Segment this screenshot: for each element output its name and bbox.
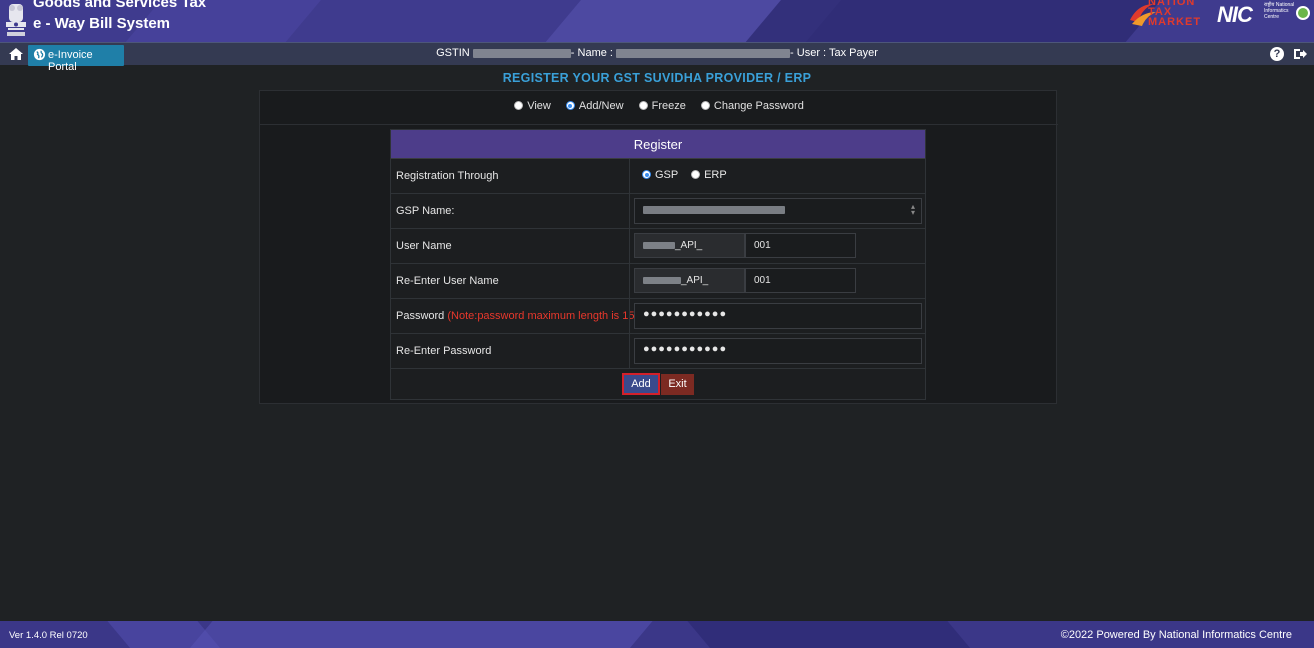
header-title-gst: Goods and Services Tax xyxy=(33,0,207,11)
reenter-password-input[interactable]: ●●●●●●●●●●● xyxy=(634,338,922,364)
reenter-user-name-prefix-text: _API_ xyxy=(681,275,709,286)
nic-logo-subtitle: राष्ट्रीय National Informatics Centre xyxy=(1264,2,1295,20)
registration-through-options: GSP ERP xyxy=(642,169,727,181)
user-name-prefix-redacted xyxy=(643,241,675,249)
user-name-row: User Name _API_ 001 xyxy=(391,229,925,264)
mode-radio-group: View Add/New Freeze Change Password xyxy=(260,100,1058,112)
name-value-redacted xyxy=(616,48,791,58)
tax-market-logo: NATION TAX MARKET xyxy=(1128,0,1214,28)
mode-option-view[interactable]: View xyxy=(514,100,551,112)
registration-option-gsp[interactable]: GSP xyxy=(642,169,678,181)
radio-view[interactable] xyxy=(514,101,524,110)
reenter-user-name-prefix-redacted xyxy=(643,276,681,284)
mode-option-view-label: View xyxy=(527,100,551,112)
gsp-name-label: GSP Name: xyxy=(396,205,455,217)
reenter-user-name-prefix-field: _API_ xyxy=(634,268,745,293)
gstin-label: GSTIN xyxy=(436,47,470,59)
radio-freeze[interactable] xyxy=(638,101,648,110)
mode-option-freeze[interactable]: Freeze xyxy=(638,100,686,112)
register-form-heading: Register xyxy=(391,130,925,159)
password-note: (Note:password maximum length is 15) xyxy=(447,310,639,322)
mode-option-freeze-label: Freeze xyxy=(651,100,686,112)
top-navbar: e-Invoice Portal GSTIN - Name : - User :… xyxy=(0,42,1314,73)
mode-option-change-password[interactable]: Change Password xyxy=(700,100,804,112)
ashoka-emblem-icon xyxy=(6,4,26,36)
logout-icon[interactable] xyxy=(1292,46,1308,62)
user-name-input[interactable]: 001 xyxy=(745,233,856,258)
user-name-prefix-field: _API_ xyxy=(634,233,745,258)
password-row: Password (Note:password maximum length i… xyxy=(391,299,925,334)
app-footer: Ver 1.4.0 Rel 0720 ©2022 Powered By Nati… xyxy=(0,621,1314,648)
header-title-ewaybill: e - Way Bill System xyxy=(33,15,170,32)
password-label-group: Password (Note:password maximum length i… xyxy=(396,310,638,322)
registration-option-gsp-label: GSP xyxy=(655,169,679,181)
mode-option-change-password-label: Change Password xyxy=(713,100,804,112)
nic-globe-icon xyxy=(1296,6,1310,20)
exit-button[interactable]: Exit xyxy=(661,374,694,395)
select-arrows-icon: ▴ ▾ xyxy=(910,202,915,217)
mode-option-addnew[interactable]: Add/New xyxy=(565,100,624,112)
register-form: Register Registration Through GSP ERP GS… xyxy=(390,129,926,400)
registration-through-label: Registration Through xyxy=(396,170,499,182)
reenter-user-name-row: Re-Enter User Name _API_ 001 xyxy=(391,264,925,299)
name-label: - Name : xyxy=(570,47,613,59)
nic-logo: NIC xyxy=(1217,2,1253,27)
user-info: GSTIN - Name : - User : Tax Payer xyxy=(0,47,1314,59)
tax-market-logo-text: NATION TAX MARKET xyxy=(1148,0,1202,28)
radio-erp[interactable] xyxy=(691,170,701,179)
gstin-value-redacted xyxy=(472,48,571,58)
reenter-password-row: Re-Enter Password ●●●●●●●●●●● xyxy=(391,334,925,369)
password-input[interactable]: ●●●●●●●●●●● xyxy=(634,303,922,329)
registration-through-row: Registration Through GSP ERP xyxy=(391,159,925,194)
gsp-name-select[interactable]: ▴ ▾ xyxy=(634,198,922,224)
user-name-label: User Name xyxy=(396,240,452,252)
reenter-password-label: Re-Enter Password xyxy=(396,345,492,357)
reenter-user-name-label: Re-Enter User Name xyxy=(396,275,499,287)
copyright-text: ©2022 Powered By National Informatics Ce… xyxy=(1060,629,1292,641)
registration-option-erp-label: ERP xyxy=(704,169,727,181)
reenter-user-name-input[interactable]: 001 xyxy=(745,268,856,293)
gsp-name-value-redacted xyxy=(643,206,785,215)
radio-gsp[interactable] xyxy=(642,170,651,179)
password-label: Password xyxy=(396,310,445,322)
page-title: REGISTER YOUR GST SUVIDHA PROVIDER / ERP xyxy=(502,71,812,85)
mode-option-addnew-label: Add/New xyxy=(578,100,624,112)
version-text: Ver 1.4.0 Rel 0720 xyxy=(9,630,88,641)
main-panel: View Add/New Freeze Change Password Regi… xyxy=(259,90,1058,404)
user-label: - User : Tax Payer xyxy=(790,47,878,59)
app-header: Goods and Services Tax e - Way Bill Syst… xyxy=(0,0,1314,42)
user-name-prefix-text: _API_ xyxy=(675,240,703,251)
panel-divider xyxy=(260,124,1058,125)
add-button[interactable]: Add xyxy=(622,373,660,395)
radio-change-password[interactable] xyxy=(700,101,710,110)
gsp-name-row: GSP Name: ▴ ▾ xyxy=(391,194,925,229)
help-icon[interactable]: ? xyxy=(1270,47,1284,61)
radio-addnew[interactable] xyxy=(565,101,575,110)
registration-option-erp[interactable]: ERP xyxy=(691,169,727,181)
